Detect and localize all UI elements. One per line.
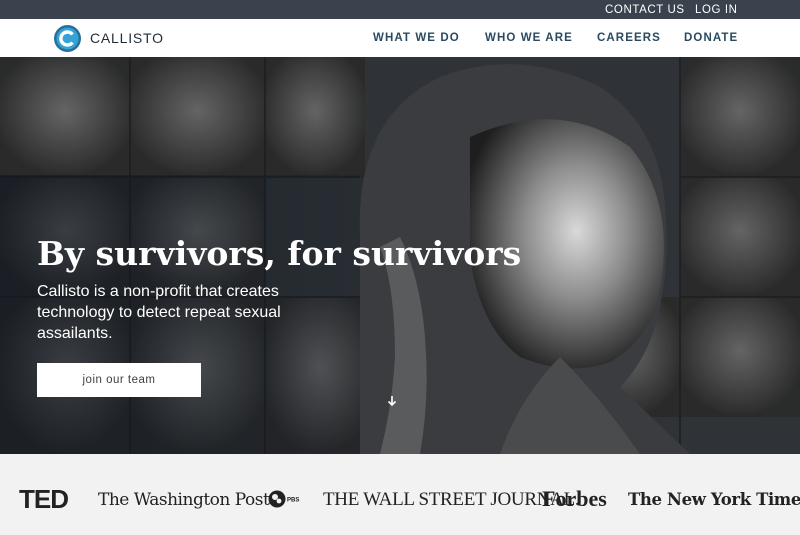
hero-section: By survivors, for survivors Callisto is … [0, 57, 800, 454]
pbs-logo: PBS [268, 490, 299, 508]
utility-bar: CONTACT US LOG IN [0, 0, 800, 19]
svg-text:PBS: PBS [287, 498, 299, 504]
nav-what-we-do[interactable]: WHAT WE DO [373, 32, 460, 44]
arrow-down-icon[interactable] [386, 395, 398, 407]
nav-donate[interactable]: DONATE [684, 32, 738, 44]
washington-post-logo: The Washington Post [98, 490, 270, 510]
nav-who-we-are[interactable]: WHO WE ARE [485, 32, 573, 44]
forbes-logo: Forbes [542, 486, 607, 511]
ted-logo: TED [19, 484, 69, 514]
main-navigation: CALLISTO WHAT WE DO WHO WE ARE CAREERS D… [0, 19, 800, 57]
callisto-logo-icon[interactable] [54, 25, 81, 52]
new-york-times-logo: The New York Times [628, 490, 800, 509]
contact-us-link[interactable]: CONTACT US [605, 3, 685, 17]
join-our-team-button[interactable]: join our team [37, 363, 201, 397]
nav-careers[interactable]: CAREERS [597, 32, 661, 44]
press-logos-bar: TED The Washington Post PBS THE WALL STR… [0, 454, 800, 535]
hero-description: Callisto is a non-profit that creates te… [37, 283, 281, 342]
hero-title: By survivors, for survivors [37, 234, 522, 273]
wall-street-journal-logo: THE WALL STREET JOURNAL. [323, 489, 580, 510]
brand-name[interactable]: CALLISTO [90, 30, 164, 46]
log-in-link[interactable]: LOG IN [695, 3, 738, 17]
